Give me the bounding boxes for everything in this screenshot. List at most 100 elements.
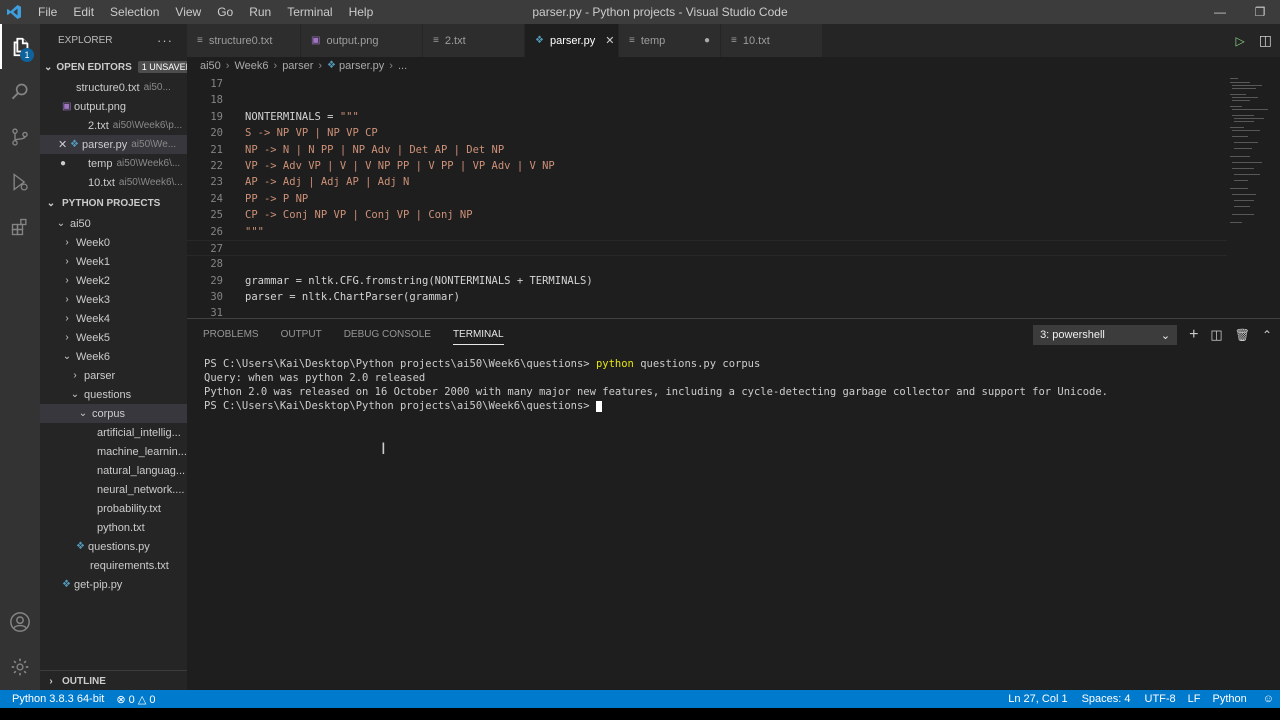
problems-indicator[interactable]: ⊗ 0 △ 0 [110, 693, 161, 706]
restore-button[interactable]: ❐ [1240, 0, 1280, 24]
file-item[interactable]: artificial_intellig... [40, 423, 187, 442]
more-actions-icon[interactable]: ··· [157, 33, 173, 48]
manage-activity[interactable] [0, 644, 40, 689]
terminal-prompt: PS C:\Users\Kai\Desktop\Python projects\… [204, 358, 596, 370]
python-projects-section[interactable]: ⌄ PYTHON PROJECTS [40, 192, 187, 214]
minimize-button[interactable]: — [1200, 0, 1240, 24]
file-item[interactable]: natural_languag... [40, 461, 187, 480]
folder-ai50[interactable]: ⌄ ai50 [40, 214, 187, 233]
folder-label: Week6 [76, 350, 111, 363]
open-editor-item[interactable]: ▣ output.png [40, 97, 187, 116]
file-item[interactable]: machine_learnin... [40, 442, 187, 461]
open-editor-item[interactable]: ● temp ai50\Week6\... [40, 154, 187, 173]
tab-10-txt[interactable]: ≡ 10.txt [721, 24, 823, 57]
unsaved-badge: 1 [20, 48, 34, 62]
tab-parser-py[interactable]: ❖ parser.py ✕ [525, 24, 619, 57]
chevron-right-icon: › [65, 332, 69, 343]
open-editor-item[interactable]: 10.txt ai50\Week6\... [40, 173, 187, 192]
menu-file[interactable]: File [30, 0, 65, 24]
menu-view[interactable]: View [167, 0, 209, 24]
file-item[interactable]: probability.txt [40, 499, 187, 518]
tab-output-png[interactable]: ▣ output.png [301, 24, 423, 57]
open-editor-path: ai50\We... [131, 139, 177, 150]
close-tab-icon[interactable]: ✕ [595, 34, 614, 47]
open-editor-item[interactable]: structure0.txt ai50... [40, 78, 187, 97]
menu-selection[interactable]: Selection [102, 0, 167, 24]
folder-week0[interactable]: › Week0 [40, 233, 187, 252]
menu-terminal[interactable]: Terminal [279, 0, 340, 24]
close-icon[interactable]: ✕ [58, 138, 70, 151]
folder-questions[interactable]: ⌄ questions [40, 385, 187, 404]
extensions-activity[interactable] [0, 204, 40, 249]
folder-label: ai50 [70, 217, 91, 230]
split-editor-icon[interactable]: ◫ [1259, 32, 1272, 49]
folder-week1[interactable]: › Week1 [40, 252, 187, 271]
folder-week2[interactable]: › Week2 [40, 271, 187, 290]
outline-section[interactable]: › OUTLINE [40, 670, 187, 690]
folder-week6[interactable]: ⌄ Week6 [40, 347, 187, 366]
open-editor-item-active[interactable]: ✕ ❖ parser.py ai50\We... [40, 135, 187, 154]
unsaved-dot-icon[interactable]: ● [694, 35, 710, 46]
tab-2-txt[interactable]: ≡ 2.txt [423, 24, 525, 57]
cursor-position[interactable]: Ln 27, Col 1 [1002, 693, 1073, 705]
accounts-activity[interactable] [0, 599, 40, 644]
file-item-questions-py[interactable]: ❖ questions.py [40, 537, 187, 556]
search-activity[interactable] [0, 69, 40, 114]
breadcrumb-item[interactable]: parser.py [339, 60, 384, 72]
open-editors-section[interactable]: ⌄ OPEN EDITORS 1 UNSAVED [40, 56, 187, 78]
chevron-up-icon[interactable]: ⌃ [1262, 328, 1272, 342]
tab-debug-console[interactable]: DEBUG CONSOLE [344, 329, 431, 340]
breadcrumb-item[interactable]: ... [398, 60, 407, 72]
folder-week5[interactable]: › Week5 [40, 328, 187, 347]
tab-output[interactable]: OUTPUT [281, 329, 322, 340]
tab-structure0[interactable]: ≡ structure0.txt [187, 24, 301, 57]
encoding[interactable]: UTF-8 [1139, 693, 1182, 705]
file-label: machine_learnin... [97, 445, 187, 458]
terminal-output[interactable]: PS C:\Users\Kai\Desktop\Python projects\… [204, 357, 1108, 413]
line-number: 19 [210, 110, 223, 123]
tab-temp[interactable]: ≡ temp ● [619, 24, 721, 57]
source-control-activity[interactable] [0, 114, 40, 159]
code-line: 18 [187, 92, 1227, 108]
feedback-icon[interactable]: ☺ [1257, 693, 1280, 705]
minimap[interactable] [1228, 76, 1280, 236]
open-editor-path: ai50... [143, 82, 171, 93]
run-file-icon[interactable]: ▷ [1236, 34, 1245, 48]
open-editor-name: parser.py [82, 138, 128, 151]
new-terminal-icon[interactable]: + [1189, 326, 1198, 344]
python-interpreter[interactable]: Python 3.8.3 64-bit [0, 693, 110, 705]
trash-icon[interactable]: 🗑 [1235, 328, 1250, 342]
tab-problems[interactable]: PROBLEMS [203, 329, 259, 340]
terminal-select[interactable]: 3: powershell ⌄ [1033, 325, 1178, 345]
file-item-get-pip[interactable]: ❖ get-pip.py [40, 575, 187, 594]
split-terminal-icon[interactable]: ◫ [1210, 327, 1222, 343]
line-text: CP -> Conj NP VP | Conj VP | Conj NP [245, 209, 473, 222]
file-item[interactable]: neural_network.... [40, 480, 187, 499]
line-endings[interactable]: LF [1182, 693, 1207, 705]
folder-week4[interactable]: › Week4 [40, 309, 187, 328]
folder-week3[interactable]: › Week3 [40, 290, 187, 309]
breadcrumb-item[interactable]: ai50 [200, 60, 221, 72]
run-debug-activity[interactable] [0, 159, 40, 204]
language-mode[interactable]: Python [1207, 693, 1257, 705]
code-editor[interactable]: 17 18 19 NONTERMINALS = """ 20 S -> NP VP … [187, 76, 1227, 318]
tab-terminal[interactable]: TERMINAL [452, 329, 504, 345]
menu-edit[interactable]: Edit [65, 0, 102, 24]
folder-parser[interactable]: › parser [40, 366, 187, 385]
search-icon [11, 83, 28, 99]
menu-bar: File Edit Selection View Go Run Terminal… [30, 0, 381, 24]
open-editor-item[interactable]: 2.txt ai50\Week6\p... [40, 116, 187, 135]
python-file-icon: ❖ [70, 139, 79, 150]
file-item-requirements[interactable]: requirements.txt [40, 556, 187, 575]
line-number: 31 [210, 307, 223, 318]
menu-go[interactable]: Go [209, 0, 241, 24]
indentation[interactable]: Spaces: 4 [1074, 693, 1139, 705]
file-item[interactable]: python.txt [40, 518, 187, 537]
breadcrumb-item[interactable]: parser [282, 60, 313, 72]
explorer-activity[interactable]: 1 [0, 24, 40, 69]
chevron-right-icon: › [65, 237, 69, 248]
folder-corpus[interactable]: ⌄ corpus [40, 404, 187, 423]
menu-run[interactable]: Run [241, 0, 279, 24]
breadcrumb-item[interactable]: Week6 [234, 60, 268, 72]
menu-help[interactable]: Help [341, 0, 382, 24]
